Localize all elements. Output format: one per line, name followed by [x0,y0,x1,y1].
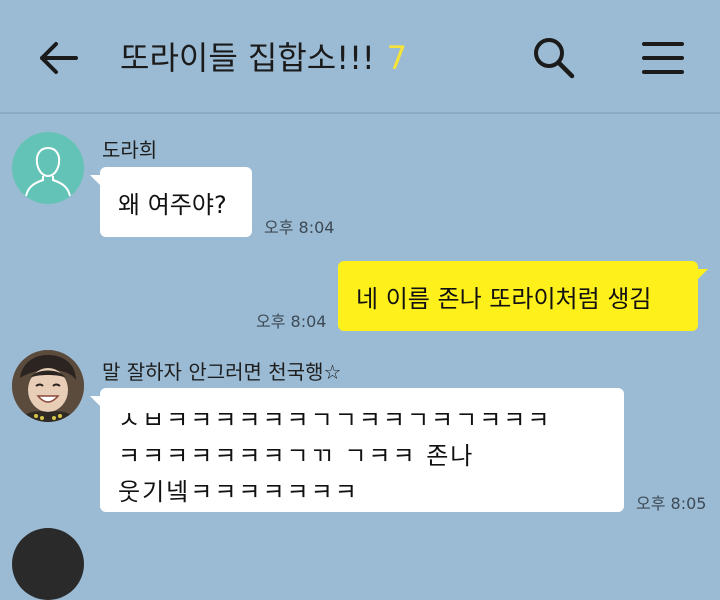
message-bubble[interactable]: ㅅㅂㅋㅋㅋㅋㅋㅋㄱㄱㅋㅋㄱㅋㄱㅋㅋㅋ ㅋㅋㅋㅋㅋㅋㅋㄱㄲ ㄱㅋㅋ 존나 웃기넼ㅋ… [90,388,624,512]
my-message-bubble[interactable]: 네 이름 존나 또라이처럼 생김 [338,261,708,331]
bubble-tail [90,175,102,187]
sender-name: 도라희 [102,138,158,162]
message-line: ㅅㅂㅋㅋㅋㅋㅋㅋㄱㄱㅋㅋㄱㅋㄱㅋㅋㅋ [118,406,552,434]
profile-photo [12,350,84,422]
hamburger-menu-icon[interactable] [640,38,686,78]
avatar[interactable] [12,350,84,422]
message-text: 네 이름 존나 또라이처럼 생김 [356,285,652,313]
message-time: 오후 8:05 [636,494,707,513]
bubble-tail [90,396,102,408]
message-text: 왜 여주야? [118,191,227,219]
default-profile-icon [25,146,71,197]
bubble-tail [696,269,708,281]
member-count: 7 [386,39,408,77]
message-time: 오후 8:04 [264,218,335,237]
chat-header: 또라이들 집합소!!! 7 [0,0,720,114]
message-line: ㅋㅋㅋㅋㅋㅋㅋㄱㄲ ㄱㅋㅋ 존나 [118,442,475,470]
message-line: 웃기넼ㅋㅋㅋㅋㅋㅋㅋ [118,478,359,506]
chat-room-name: 또라이들 집합소!!! [120,39,375,77]
back-arrow-icon[interactable] [36,36,80,80]
message-time: 오후 8:04 [256,312,327,331]
message-bubble[interactable]: 왜 여주야? [90,167,252,237]
avatar[interactable] [12,528,84,600]
sender-name: 말 잘하자 안그러면 천국행☆ [102,360,342,384]
avatar[interactable] [12,132,84,204]
chat-title: 또라이들 집합소!!! 7 [120,34,407,82]
search-icon[interactable] [530,34,576,80]
